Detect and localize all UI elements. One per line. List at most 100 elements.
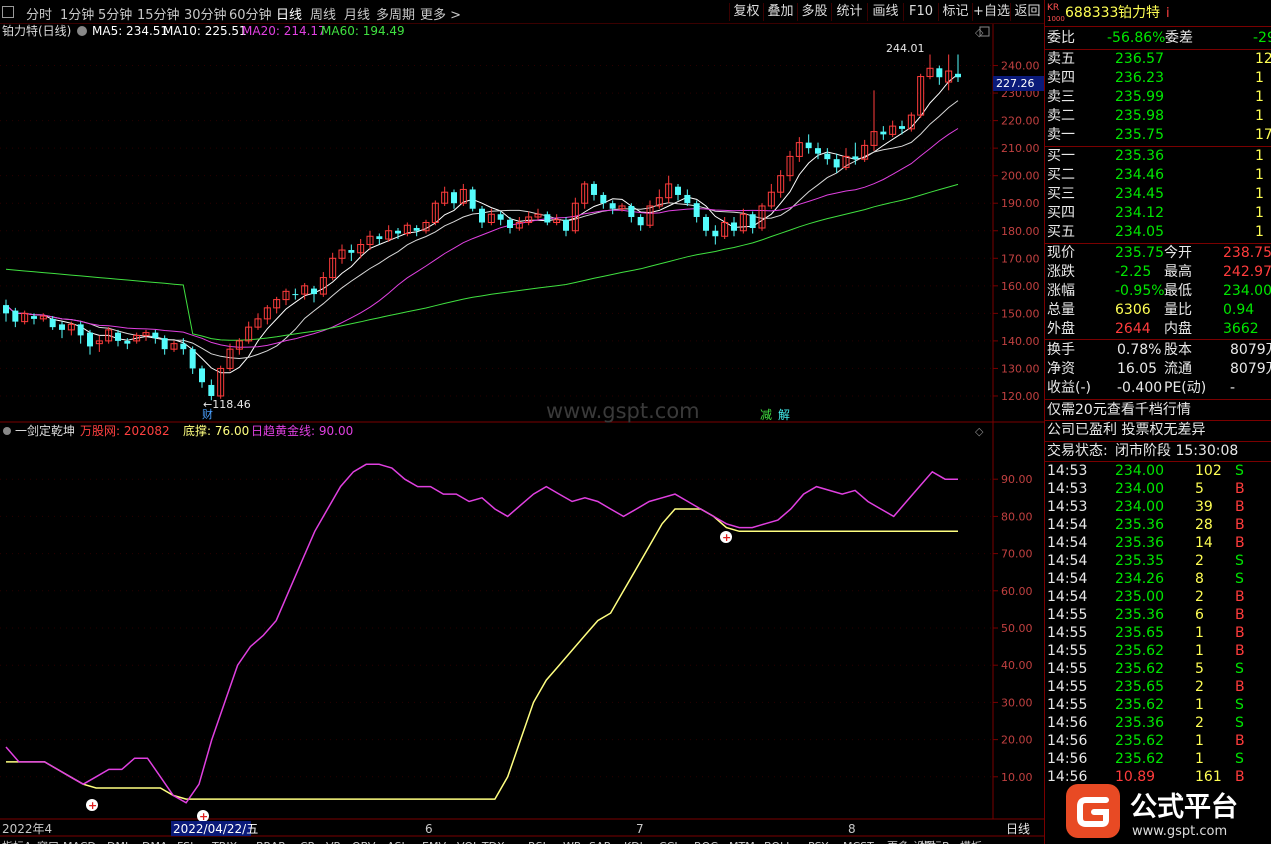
period-tab-weekly[interactable]: 周线 — [310, 4, 336, 23]
indicator-diamond-icon[interactable]: ◇ — [975, 425, 984, 438]
window-menu-icon[interactable] — [2, 6, 14, 18]
indicator-tick-label: 20.00 — [1001, 734, 1033, 747]
add-favorite-button[interactable]: +自选 — [972, 3, 1010, 21]
indicator-tab[interactable]: 更多 — [887, 839, 909, 844]
candle-body-down — [899, 126, 905, 129]
period-tab-more[interactable]: 更多 > — [420, 4, 461, 23]
period-tab-30min[interactable]: 30分钟 — [184, 4, 227, 23]
weibi-label: 委比 — [1047, 30, 1075, 46]
promo-depth-text[interactable]: 仅需20元查看千档行情 — [1047, 401, 1191, 420]
quote-label: 内盘 — [1164, 321, 1192, 337]
price-tick-label: 120.00 — [1001, 390, 1040, 403]
restore-rights-button[interactable]: 复权 — [729, 3, 763, 21]
stock-header: KR 1000 688333 铂力特 i — [1045, 2, 1271, 24]
fund-label: 换手 — [1047, 342, 1075, 358]
candle-body-down — [124, 340, 131, 344]
trade-row: 14:53 234.00 5 B — [1045, 480, 1271, 499]
indicator-tab[interactable]: EMV — [422, 840, 446, 844]
statistics-button[interactable]: 统计 — [831, 3, 867, 21]
promo-depth-link[interactable]: 仅需20元查看千档行情 — [1045, 401, 1271, 420]
trade-volume: 1 — [1195, 643, 1204, 659]
bid-label: 买四 — [1047, 205, 1075, 221]
trade-row: 14:56 235.36 2 S — [1045, 714, 1271, 733]
mark-button[interactable]: 标记 — [938, 3, 972, 21]
overlay-button[interactable]: 叠加 — [763, 3, 797, 21]
indicator-tab[interactable]: SAR — [589, 840, 612, 844]
indicator-tab[interactable]: ASI — [387, 840, 405, 844]
trade-side: S — [1235, 463, 1244, 479]
indicator-legend-2: 底撑: 76.00 — [183, 423, 249, 438]
trade-volume: 6 — [1195, 607, 1204, 623]
indicator-tab[interactable]: BOLL — [764, 840, 793, 844]
stock-info-icon[interactable]: i — [1166, 4, 1170, 23]
indicator-tab[interactable]: 指标A — [2, 839, 32, 844]
candle-body-down — [591, 183, 597, 195]
indicator-tab[interactable]: DMI — [107, 840, 128, 844]
period-tab-fenshi[interactable]: 分时 — [26, 4, 52, 23]
bid-row: 买一 235.36 1 — [1045, 147, 1271, 166]
period-tab-monthly[interactable]: 月线 — [344, 4, 370, 23]
kline-chart-area[interactable]: +++ 240.00230.00220.00210.00200.00190.00… — [0, 24, 1044, 844]
weicha-value: -29 — [1253, 30, 1271, 46]
template-tab[interactable]: 模板 — [960, 839, 982, 844]
unlock-tag[interactable]: 解 — [778, 408, 790, 422]
indicator-tab[interactable]: MTM — [729, 840, 755, 844]
trade-volume: 2 — [1195, 553, 1204, 569]
indicator-tab[interactable]: CCI — [659, 840, 678, 844]
indicator-tab[interactable]: PSY — [808, 840, 829, 844]
indicator-tab[interactable]: ROC — [694, 840, 718, 844]
indicator-settings-icon[interactable] — [3, 427, 11, 435]
trade-time: 14:54 — [1047, 517, 1088, 533]
indicator-tab[interactable]: DMA — [142, 840, 168, 844]
indicator-tab[interactable]: VOL-TDX — [457, 840, 505, 844]
indicator-tab[interactable]: OBV — [352, 840, 376, 844]
trade-price: 235.36 — [1115, 517, 1164, 533]
ask-row: 卖一 235.75 17 — [1045, 126, 1271, 145]
period-tab-5min[interactable]: 5分钟 — [98, 4, 132, 23]
price-tick-label: 130.00 — [1001, 362, 1040, 375]
financial-marker[interactable]: 财 — [202, 407, 213, 421]
candle-body-down — [348, 250, 355, 253]
draw-line-button[interactable]: 画线 — [867, 3, 903, 21]
back-button[interactable]: 返回 — [1010, 3, 1044, 21]
multi-stock-button[interactable]: 多股 — [797, 3, 831, 21]
indicator-tab[interactable]: WR — [563, 840, 582, 844]
ma-settings-icon[interactable] — [77, 26, 87, 36]
candle-body-down — [3, 305, 9, 314]
trade-row: 14:54 235.36 28 B — [1045, 516, 1271, 535]
trade-side: B — [1235, 625, 1245, 641]
price-tick-label: 240.00 — [1001, 60, 1040, 73]
price-tick-label: 190.00 — [1001, 197, 1040, 210]
indicator-tab[interactable]: TRIX — [211, 840, 238, 844]
indicator-tab[interactable]: FSL — [177, 840, 197, 844]
indicator-tab[interactable]: VR — [326, 840, 342, 844]
reduce-tag[interactable]: 减 — [760, 408, 772, 422]
candle-body-down — [544, 214, 551, 223]
indicator-tab-b[interactable]: 指标B — [920, 839, 950, 844]
indicator-tab[interactable]: KDJ — [624, 840, 643, 844]
ask-volume: 17 — [1255, 127, 1271, 143]
trade-volume: 14 — [1195, 535, 1213, 551]
quote-row: 外盘 2644 内盘 3662 — [1045, 320, 1271, 339]
indicator-tab[interactable]: RSI — [528, 840, 546, 844]
period-tab-60min[interactable]: 60分钟 — [229, 4, 272, 23]
indicator-tab[interactable]: MCST — [843, 840, 874, 844]
period-tab-1min[interactable]: 1分钟 — [60, 4, 94, 23]
period-tab-multi[interactable]: 多周期 — [376, 4, 415, 23]
candle-body-down — [180, 343, 187, 350]
bid-label: 买二 — [1047, 167, 1075, 183]
candle-body-down — [675, 186, 681, 195]
f10-button[interactable]: F10 — [903, 3, 938, 21]
trade-time: 14:55 — [1047, 661, 1088, 677]
period-tab-daily[interactable]: 日线 — [276, 4, 302, 23]
indicator-tab[interactable]: 窗口 — [37, 839, 59, 844]
candle-body-down — [749, 214, 756, 228]
period-tab-15min[interactable]: 15分钟 — [137, 4, 180, 23]
ask-row: 卖三 235.99 1 — [1045, 88, 1271, 107]
trade-status: 交易状态: 闭市阶段 15:30:08 — [1045, 442, 1271, 461]
indicator-tab[interactable]: BRAR — [256, 840, 286, 844]
indicator-tab[interactable]: MACD — [63, 840, 96, 844]
quote-label: 涨跌 — [1047, 264, 1075, 280]
period-indicator[interactable]: 日线 — [1006, 822, 1030, 836]
indicator-tab[interactable]: CR — [300, 840, 316, 844]
